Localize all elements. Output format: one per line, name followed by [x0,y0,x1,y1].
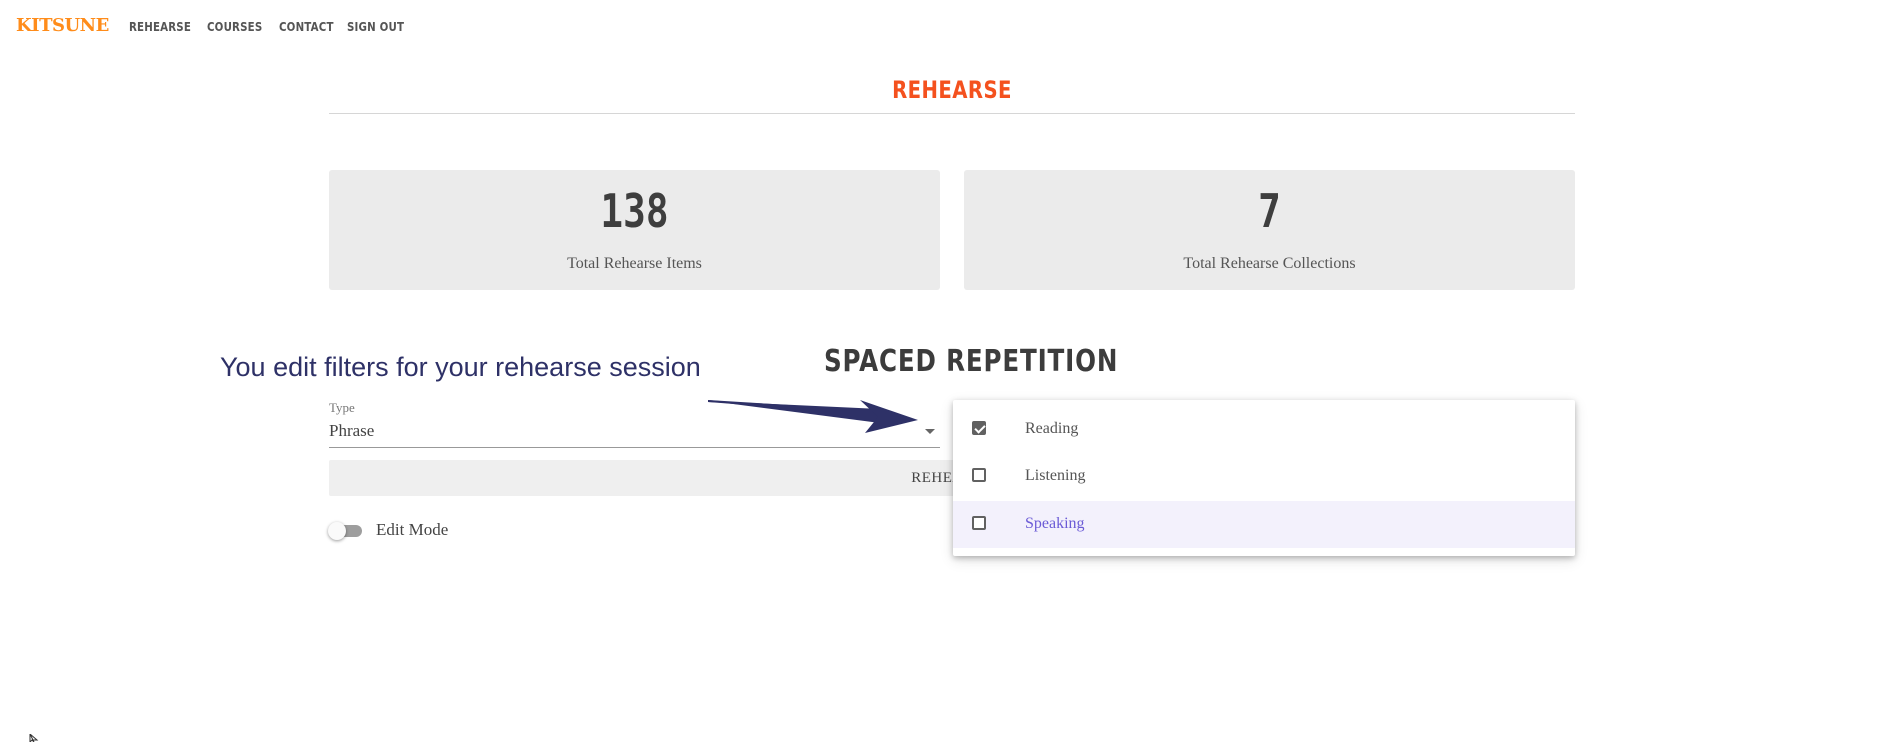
stat-card-collections: 7 Total Rehearse Collections [964,170,1575,290]
checkbox-unchecked-icon[interactable] [972,516,986,530]
nav-link-rehearse[interactable]: REHEARSE [129,19,191,34]
menu-option-label: Reading [1025,420,1079,437]
annotation-arrow-icon [708,400,918,433]
type-select-label: Type [329,400,355,415]
menu-option-label: Speaking [1025,515,1085,532]
annotation-text: You edit filters for your rehearse sessi… [220,352,701,382]
skill-filter-menu: Reading Listening Speaking [953,400,1575,556]
stat-card-items: 138 Total Rehearse Items [329,170,940,290]
app-logo[interactable]: KITSUNE [16,15,109,36]
type-select-value: Phrase [329,421,375,440]
nav-link-courses[interactable]: COURSES [207,19,262,34]
title-divider [329,113,1575,114]
select-underline [329,447,940,448]
edit-mode-label: Edit Mode [376,520,449,539]
stat-collections-value: 7 [1258,184,1281,238]
section-title: SPACED REPETITION [824,344,1119,379]
stat-items-label: Total Rehearse Items [567,255,702,272]
menu-option-label: Listening [1025,467,1086,484]
top-nav: KITSUNE REHEARSE COURSES CONTACT SIGN OU… [0,0,1902,54]
checkbox-checked-icon[interactable] [972,421,986,435]
stat-items-value: 138 [600,184,669,238]
checkbox-unchecked-icon[interactable] [972,468,986,482]
page-title: REHEARSE [892,76,1012,104]
nav-link-contact[interactable]: CONTACT [279,19,334,34]
menu-option-listening[interactable]: Listening [953,453,1575,500]
menu-option-speaking[interactable]: Speaking [953,501,1575,548]
mouse-cursor-icon [29,734,39,742]
menu-option-reading[interactable]: Reading [953,406,1575,453]
chevron-down-icon [925,429,935,434]
edit-mode-toggle[interactable] [328,522,364,540]
stat-collections-label: Total Rehearse Collections [1183,255,1356,272]
nav-link-sign-out[interactable]: SIGN OUT [347,19,404,34]
toggle-thumb [328,522,346,540]
